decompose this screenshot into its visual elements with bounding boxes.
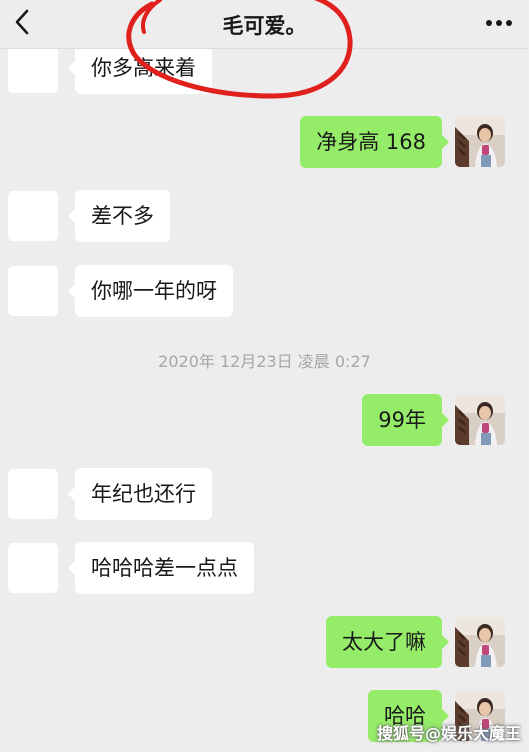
- more-button[interactable]: [481, 8, 517, 38]
- contact-avatar[interactable]: [8, 191, 58, 241]
- contact-avatar[interactable]: [8, 543, 58, 593]
- contact-avatar[interactable]: [8, 469, 58, 519]
- message-incoming: 你多高来着: [0, 42, 529, 94]
- message-bubble[interactable]: 差不多: [68, 190, 170, 242]
- source-watermark: 搜狐号@娱乐大魔王: [376, 724, 521, 743]
- message-bubble[interactable]: 99年: [362, 394, 449, 446]
- chat-title: 毛可爱。: [222, 14, 307, 38]
- chat-header: 毛可爱。: [0, 0, 529, 49]
- message-outgoing: 净身高 168: [0, 116, 529, 168]
- message-incoming: 差不多: [0, 190, 529, 242]
- message-bubble[interactable]: 你多高来着: [68, 42, 212, 94]
- message-bubble[interactable]: 太大了嘛: [326, 616, 449, 668]
- contact-avatar[interactable]: [8, 43, 58, 93]
- message-timestamp: 2020年 12月23日 凌晨 0:27: [158, 352, 371, 371]
- user-avatar[interactable]: [455, 395, 505, 445]
- message-bubble[interactable]: 年纪也还行: [68, 468, 212, 520]
- message-incoming: 哈哈哈差一点点: [0, 542, 529, 594]
- message-bubble[interactable]: 净身高 168: [300, 116, 449, 168]
- more-dots-icon: [486, 20, 512, 26]
- message-incoming: 年纪也还行: [0, 468, 529, 520]
- message-outgoing: 太大了嘛: [0, 616, 529, 668]
- user-avatar[interactable]: [455, 617, 505, 667]
- message-bubble[interactable]: 你哪一年的呀: [68, 265, 233, 317]
- message-bubble[interactable]: 哈哈哈差一点点: [68, 542, 254, 594]
- message-incoming: 你哪一年的呀: [0, 265, 529, 317]
- contact-avatar[interactable]: [8, 266, 58, 316]
- message-outgoing: 99年: [0, 394, 529, 446]
- user-avatar[interactable]: [455, 117, 505, 167]
